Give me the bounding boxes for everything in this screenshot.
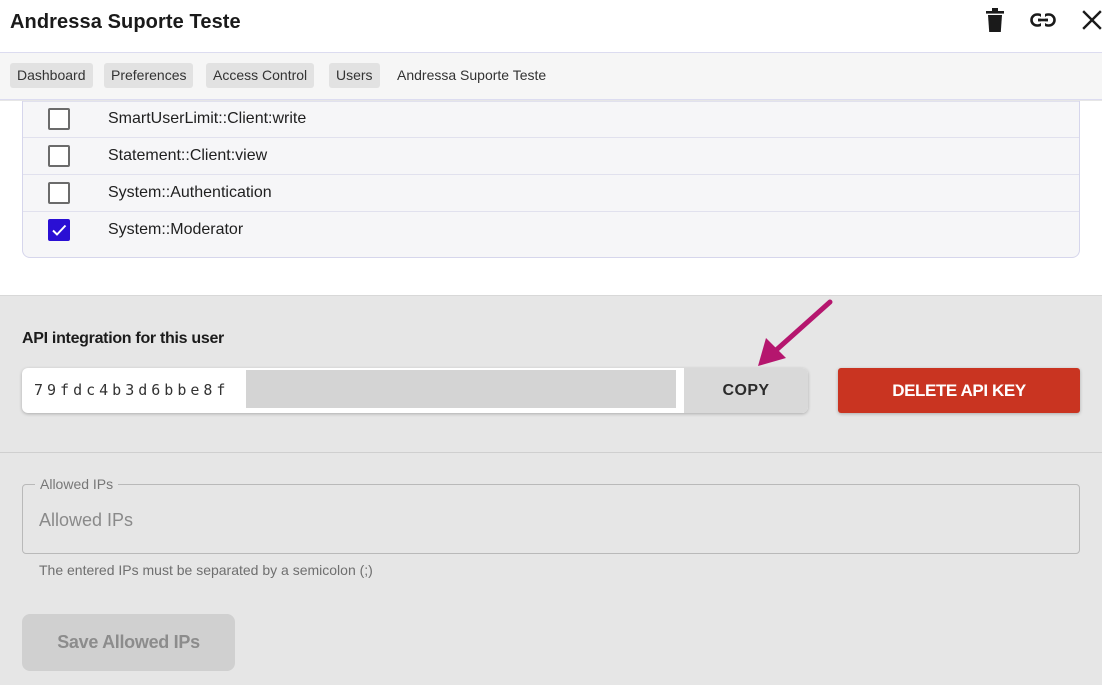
permissions-list: SmartUserLimit::Client:write Statement::… [22,101,1080,258]
breadcrumb-access-control[interactable]: Access Control [206,63,315,88]
breadcrumb: Dashboard Preferences Access Control Use… [0,53,1102,100]
permission-label: SmartUserLimit::Client:write [108,110,307,127]
permission-row: System::Moderator [23,212,1079,249]
permission-row: System::Authentication [23,175,1079,212]
api-key-text: 79fdc4b3d6bbe8f [34,381,230,399]
allowed-ips-field: Allowed IPs [22,476,1080,554]
breadcrumb-current: Andressa Suporte Teste [397,67,547,83]
annotation-arrow-icon [758,299,833,366]
dialog-header: Andressa Suporte Teste [0,0,1102,53]
api-key-redaction [246,370,676,408]
permission-checkbox-checked[interactable] [48,219,70,241]
dialog-title: Andressa Suporte Teste [10,11,241,33]
permission-row: Statement::Client:view [23,138,1079,175]
breadcrumb-dashboard[interactable]: Dashboard [10,63,93,88]
close-icon[interactable] [1078,6,1102,34]
trash-icon[interactable] [981,6,1009,34]
permission-label: System::Authentication [108,184,272,201]
permission-checkbox[interactable] [48,182,70,204]
permission-label: System::Moderator [108,221,244,238]
api-key-field: 79fdc4b3d6bbe8f COPY [22,368,808,413]
allowed-ips-legend: Allowed IPs [35,476,119,492]
breadcrumb-preferences[interactable]: Preferences [104,63,194,88]
permissions-scroll-area[interactable]: SmartUserLimit::Client:write Statement::… [0,101,1102,296]
allowed-ips-helper-text: The entered IPs must be separated by a s… [39,562,373,578]
link-icon[interactable] [1029,6,1057,34]
api-integration-section: API integration for this user 79fdc4b3d6… [0,297,1102,453]
delete-api-key-button[interactable]: DELETE API KEY [838,368,1080,413]
api-heading: API integration for this user [22,330,224,347]
permission-checkbox[interactable] [48,108,70,130]
checkmark-icon [52,224,67,236]
permission-row: SmartUserLimit::Client:write [23,101,1079,138]
copy-api-key-button[interactable]: COPY [684,368,808,413]
permission-checkbox[interactable] [48,145,70,167]
breadcrumb-users[interactable]: Users [329,63,380,88]
allowed-ips-input[interactable] [39,505,1059,535]
save-allowed-ips-button[interactable]: Save Allowed IPs [22,614,235,671]
permission-label: Statement::Client:view [108,147,268,164]
